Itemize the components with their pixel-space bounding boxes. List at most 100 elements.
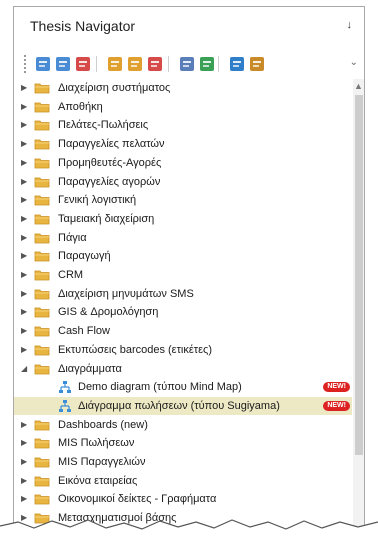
tree-folder-item[interactable]: ▶ GIS & Δρομολόγηση: [14, 303, 352, 321]
folder-icon: [34, 306, 50, 318]
tree-item-label: Παραγγελίες πελατών: [58, 138, 165, 151]
folder-icon: [34, 269, 50, 281]
folder-icon: [34, 475, 50, 487]
navigator-tree: ▶ Διαχείριση συστήματος ▶ Αποθήκη ▶ Πελάτες-Π…: [14, 79, 352, 533]
tree-item-label: Διάγραμμα πωλήσεων (τύπου Sugiyama): [78, 399, 280, 412]
folder-icon: [34, 493, 50, 505]
tree-item-label: MIS Παραγγελιών: [58, 456, 146, 468]
expand-arrow-icon[interactable]: ▶: [21, 307, 27, 316]
tree-item-label: CRM: [58, 269, 84, 281]
tree-folder-item[interactable]: ▶ Πελάτες-Πωλήσεις: [14, 116, 352, 134]
tree-item-label: Οικονομικοί δείκτες - Γραφήματα: [58, 493, 217, 506]
expand-arrow-icon[interactable]: ▶: [21, 476, 27, 485]
tree-child-item[interactable]: Διάγραμμα πωλήσεων (τύπου Sugiyama) NEW!: [14, 396, 352, 415]
panel-title: Thesis Navigator: [30, 18, 136, 34]
tree-folder-item[interactable]: ▶ Παραγγελίες πελατών: [14, 135, 352, 153]
tree-item-label: Παραγωγή: [58, 250, 111, 263]
tree-item-label: Διαγράμματα: [58, 362, 122, 375]
tree-folder-item[interactable]: ▶ CRM: [14, 266, 352, 284]
tree-folder-item[interactable]: ▶ Αποθήκη: [14, 98, 352, 116]
expand-arrow-icon[interactable]: ▶: [21, 139, 27, 148]
tree-item-label: Dashboards (new): [58, 418, 148, 431]
add-folder-icon[interactable]: [106, 55, 124, 73]
tree-item-label: Εικόνα εταιρείας: [58, 474, 138, 487]
expand-arrow-icon[interactable]: ▶: [21, 158, 27, 167]
delete-doc-icon[interactable]: [74, 55, 92, 73]
toolbar-separator: [218, 56, 219, 72]
tree-item-label: Προμηθευτές-Αγορές: [58, 156, 162, 169]
folder-icon: [34, 325, 50, 337]
tree-folder-item[interactable]: ▶ MIS Παραγγελιών: [14, 453, 352, 471]
folder-icon: [34, 363, 50, 375]
expand-arrow-icon[interactable]: ▶: [21, 233, 27, 242]
tree-folder-item[interactable]: ▶ Cash Flow: [14, 322, 352, 340]
tree-folder-item[interactable]: ▶ Ταμειακή διαχείριση: [14, 210, 352, 228]
torn-edge: [0, 519, 378, 539]
expand-arrow-icon[interactable]: ▶: [21, 251, 27, 260]
tree-item-label: Ταμειακή διαχείριση: [58, 212, 155, 225]
add-doc-icon[interactable]: [34, 55, 52, 73]
toolbar-separator: [168, 56, 169, 72]
layout-dropdown-icon[interactable]: [248, 55, 266, 73]
tree-folder-item[interactable]: ▶ Γενική λογιστική: [14, 191, 352, 209]
folder-icon: [34, 119, 50, 131]
expand-arrow-icon[interactable]: ▶: [21, 102, 27, 111]
expand-arrow-icon[interactable]: ▶: [21, 177, 27, 186]
vertical-scrollbar[interactable]: ▲: [353, 79, 364, 533]
tree-folder-item[interactable]: ▶ MIS Πωλήσεων: [14, 434, 352, 452]
tree-folder-item[interactable]: ▶ Εικόνα εταιρείας: [14, 472, 352, 490]
folder-icon: [34, 157, 50, 169]
diagram-icon: [58, 399, 72, 413]
tree-folder-item[interactable]: ▶ Προμηθευτές-Αγορές: [14, 154, 352, 172]
expand-arrow-icon[interactable]: ▶: [21, 457, 27, 466]
folder-icon: [34, 232, 50, 244]
expand-arrow-icon[interactable]: ▶: [21, 120, 27, 129]
expand-arrow-icon[interactable]: ▶: [21, 214, 27, 223]
tree-child-item[interactable]: Demo diagram (τύπου Mind Map) NEW!: [14, 378, 352, 396]
tree-folder-item[interactable]: ▶ Διαχείριση μηνυμάτων SMS: [14, 285, 352, 303]
edit-folder-icon[interactable]: [126, 55, 144, 73]
refresh-icon[interactable]: [228, 55, 246, 73]
tree-item-label: Εκτυπώσεις barcodes (ετικέτες): [58, 343, 212, 356]
delete-folder-icon[interactable]: [146, 55, 164, 73]
tree-item-label: Διαχείριση μηνυμάτων SMS: [58, 287, 194, 300]
tree-folder-item[interactable]: ◢ Διαγράμματα: [14, 360, 352, 378]
folder-icon: [34, 456, 50, 468]
expand-arrow-icon[interactable]: ▶: [21, 289, 27, 298]
expand-arrow-icon[interactable]: ▶: [21, 83, 27, 92]
folder-icon: [34, 419, 50, 431]
tree-folder-item[interactable]: ▶ Διαχείριση συστήματος: [14, 79, 352, 97]
expand-arrow-icon[interactable]: ▶: [21, 326, 27, 335]
tree-folder-item[interactable]: ▶ Εκτυπώσεις barcodes (ετικέτες): [14, 341, 352, 359]
diagram-icon: [58, 380, 72, 394]
chart-icon[interactable]: [198, 55, 216, 73]
folder-icon: [34, 250, 50, 262]
tree-item-label: Demo diagram (τύπου Mind Map): [78, 381, 242, 394]
tree-item-label: Γενική λογιστική: [58, 194, 137, 207]
tree-folder-item[interactable]: ▶ Dashboards (new): [14, 416, 352, 434]
toolbar-overflow-icon[interactable]: ⌄: [350, 57, 358, 68]
expand-arrow-icon[interactable]: ▶: [21, 420, 27, 429]
folder-icon: [34, 288, 50, 300]
scrollbar-thumb[interactable]: [355, 95, 363, 455]
toolbar: ⌄: [14, 51, 364, 77]
folder-icon: [34, 437, 50, 449]
expand-arrow-icon[interactable]: ▶: [21, 494, 27, 503]
expand-arrow-icon[interactable]: ▶: [21, 438, 27, 447]
pin-icon[interactable]: ↓: [347, 19, 353, 31]
scroll-up-icon[interactable]: ▲: [354, 81, 363, 91]
expand-arrow-icon[interactable]: ▶: [21, 270, 27, 279]
tree-folder-item[interactable]: ▶ Παραγγελίες αγορών: [14, 173, 352, 191]
expand-arrow-icon[interactable]: ▶: [21, 345, 27, 354]
expand-arrow-icon[interactable]: ▶: [21, 195, 27, 204]
tree-folder-item[interactable]: ▶ Οικονομικοί δείκτες - Γραφήματα: [14, 490, 352, 508]
tree-item-label: Παραγγελίες αγορών: [58, 175, 161, 188]
properties-icon[interactable]: [178, 55, 196, 73]
folder-icon: [34, 176, 50, 188]
tree-folder-item[interactable]: ▶ Πάγια: [14, 229, 352, 247]
tree-item-label: Πελάτες-Πωλήσεις: [58, 119, 149, 132]
tree-folder-item[interactable]: ▶ Παραγωγή: [14, 247, 352, 265]
collapse-arrow-icon[interactable]: ◢: [21, 364, 27, 373]
list-doc-icon[interactable]: [54, 55, 72, 73]
toolbar-grip[interactable]: [24, 55, 29, 73]
